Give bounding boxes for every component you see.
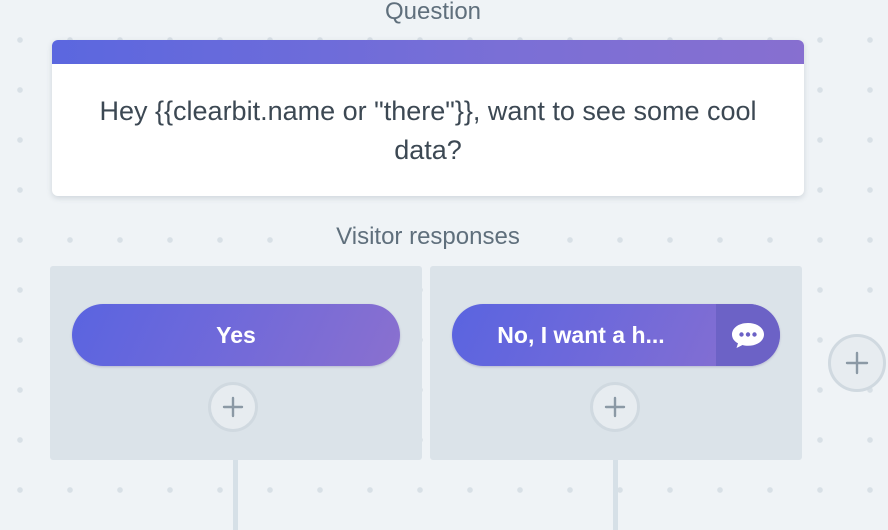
- response-button-label: No, I want a h...: [497, 321, 665, 348]
- add-step-button[interactable]: [590, 382, 640, 432]
- question-section-label: Question: [384, 0, 482, 25]
- response-button-no[interactable]: No, I want a h...: [452, 304, 780, 366]
- plus-icon: [845, 351, 869, 375]
- flow-connector-no: [613, 458, 618, 530]
- add-step-button[interactable]: [208, 382, 258, 432]
- plus-icon: [604, 396, 626, 418]
- response-button-yes[interactable]: Yes: [72, 304, 400, 366]
- question-card[interactable]: Hey {{clearbit.name or "there"}}, want t…: [52, 40, 804, 196]
- add-response-button[interactable]: [828, 334, 886, 392]
- plus-icon: [222, 396, 244, 418]
- flow-connector-yes: [233, 458, 238, 530]
- chat-bubble-icon[interactable]: [716, 304, 780, 366]
- response-button-label: Yes: [216, 321, 256, 348]
- response-panel-no: No, I want a h...: [430, 266, 802, 460]
- question-text: Hey {{clearbit.name or "there"}}, want t…: [99, 96, 757, 165]
- question-card-header-bar: [52, 40, 804, 64]
- visitor-responses-label: Visitor responses: [315, 223, 541, 251]
- response-panel-yes: Yes: [50, 266, 422, 460]
